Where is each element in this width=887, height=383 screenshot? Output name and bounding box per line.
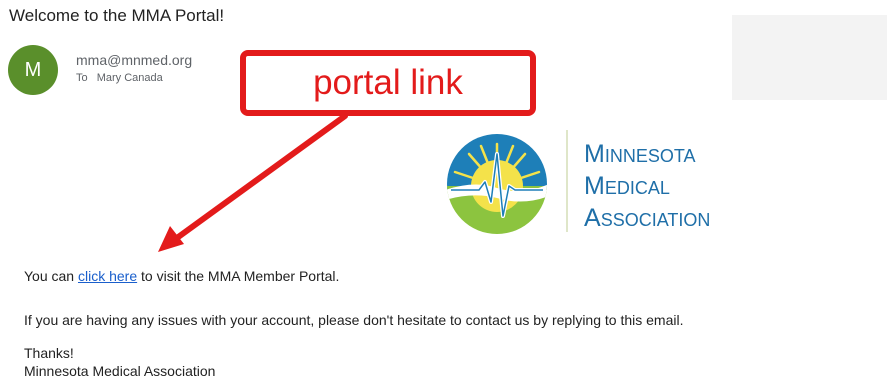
- to-label: To: [76, 72, 88, 84]
- sender-avatar[interactable]: M: [8, 45, 58, 95]
- mma-logo-wordmark: MINNESOTA MEDICAL ASSOCIATION: [584, 140, 711, 232]
- email-subject: Welcome to the MMA Portal!: [9, 6, 225, 25]
- blurred-region: [732, 15, 887, 100]
- recipient-name[interactable]: Mary Canada: [97, 72, 163, 84]
- logo-divider: [566, 130, 568, 232]
- callout-label: portal link: [313, 63, 463, 102]
- portal-link[interactable]: click here: [78, 268, 137, 284]
- portal-instruction: You can click here to visit the MMA Memb…: [24, 268, 340, 284]
- support-message: If you are having any issues with your a…: [24, 312, 684, 328]
- closing-thanks: Thanks!: [24, 345, 74, 361]
- mma-logo-icon: [447, 134, 547, 234]
- portal-link-callout: portal link: [240, 50, 536, 116]
- sender-email[interactable]: mma@mnmed.org: [76, 52, 192, 68]
- email-signature: Minnesota Medical Association: [24, 363, 216, 379]
- recipient-row: To Mary Canada: [76, 72, 163, 84]
